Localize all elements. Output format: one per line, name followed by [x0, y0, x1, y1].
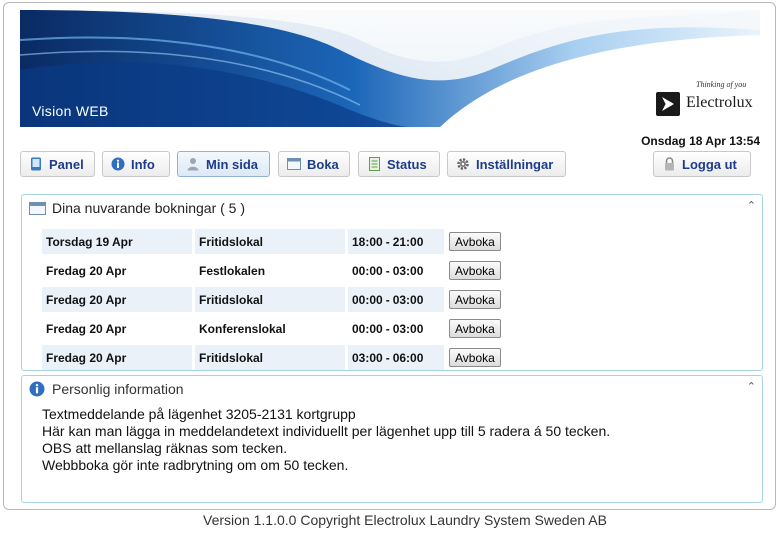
cancel-booking-button[interactable]: Avboka — [449, 261, 501, 280]
booking-action: Avboka — [447, 287, 527, 312]
calendar-icon — [28, 201, 46, 215]
info-line: Webbboka gör inte radbrytning om om 50 t… — [42, 457, 349, 473]
logout-label: Logga ut — [682, 156, 737, 172]
booking-start: 00:00 — [352, 321, 383, 336]
booking-row: Fredag 20 Apr Festlokalen 00:00-03:00 Avbok… — [42, 258, 530, 283]
booking-row: Fredag 20 Apr Fritidslokal 03:00-06:00 Avbo… — [42, 345, 530, 370]
booking-room: Festlokalen — [199, 263, 266, 278]
brand-name: Electrolux — [686, 94, 753, 111]
booking-end: 03:00 — [392, 263, 424, 278]
time-separator: - — [385, 234, 390, 249]
booking-action: Avboka — [447, 345, 527, 370]
current-datetime: Onsdag 18 Apr 13:54 — [641, 134, 760, 148]
time-separator: - — [385, 263, 390, 278]
nav-status-label: Status — [387, 156, 427, 172]
booking-row: Fredag 20 Apr Konferenslokal 00:00-03:00 Av… — [42, 316, 530, 341]
personal-info-title: Personlig information — [52, 381, 184, 397]
booking-start: 00:00 — [352, 263, 383, 278]
booking-time: 18:00-21:00 — [348, 229, 444, 254]
bookings-title: Dina nuvarande bokningar ( 5 ) — [52, 200, 246, 216]
cancel-booking-button[interactable]: Avboka — [449, 348, 501, 367]
nav-status-button[interactable]: Status — [358, 151, 440, 177]
electrolux-logo: Thinking of you Electrolux — [656, 80, 756, 120]
lock-icon — [662, 157, 676, 171]
logout-button[interactable]: Logga ut — [653, 151, 751, 177]
nav-info-label: Info — [131, 156, 155, 172]
info-line: Här kan man lägga in meddelandetext indi… — [42, 423, 611, 439]
booking-room: Fritidslokal — [195, 345, 345, 370]
time-separator: - — [385, 350, 390, 365]
info-icon — [111, 157, 125, 171]
nav-boka-button[interactable]: Boka — [278, 151, 350, 177]
booking-date: Fredag 20 Apr — [46, 321, 127, 336]
app-title: Vision WEB — [32, 103, 109, 119]
booking-date: Fredag 20 Apr — [46, 263, 127, 278]
collapse-chevron-icon[interactable]: ⌃ — [747, 199, 756, 212]
booking-end: 03:00 — [392, 321, 424, 336]
status-document-icon — [367, 157, 381, 171]
header-banner: Vision WEB Thinking of you Electrolux — [20, 10, 760, 127]
collapse-chevron-icon[interactable]: ⌃ — [747, 380, 756, 393]
nav-installningar-label: Inställningar — [476, 156, 554, 172]
booking-room: Konferenslokal — [199, 321, 286, 336]
booking-start: 00:00 — [352, 292, 383, 307]
booking-start: 03:00 — [352, 350, 383, 365]
booking-row: Torsdag 19 Apr Fritidslokal 18:00-21:00 Avb… — [42, 229, 530, 254]
nav-info-button[interactable]: Info — [102, 151, 170, 177]
cancel-booking-button[interactable]: Avboka — [449, 319, 501, 338]
booking-room: Fritidslokal — [195, 229, 345, 254]
booking-end: 06:00 — [392, 350, 424, 365]
booking-action: Avboka — [447, 258, 527, 283]
booking-action: Avboka — [447, 316, 527, 341]
booking-time: 00:00-03:00 — [348, 316, 444, 341]
booking-row: Fredag 20 Apr Fritidslokal 00:00-03:00 Avbo… — [42, 287, 530, 312]
booking-room: Fritidslokal — [195, 287, 345, 312]
banner-wave-graphic — [20, 10, 760, 127]
info-line: OBS att mellanslag räknas som tecken. — [42, 440, 288, 456]
booking-date: Fredag 20 Apr — [42, 287, 192, 312]
cancel-booking-button[interactable]: Avboka — [449, 290, 501, 309]
footer-copyright: Version 1.1.0.0 Copyright Electrolux Lau… — [203, 512, 607, 528]
booking-time: 03:00-06:00 — [348, 345, 444, 370]
nav-min-sida-label: Min sida — [206, 156, 259, 172]
nav-panel-button[interactable]: Panel — [20, 151, 95, 177]
nav-installningar-button[interactable]: Inställningar — [447, 151, 566, 177]
calendar-icon — [287, 157, 301, 171]
booking-end: 03:00 — [392, 292, 424, 307]
booking-action: Avboka — [447, 229, 527, 254]
gear-icon — [456, 157, 470, 171]
time-separator: - — [385, 321, 390, 336]
info-line: Textmeddelande på lägenhet 3205-2131 kor… — [42, 406, 356, 422]
user-icon — [186, 157, 200, 171]
booking-start: 18:00 — [352, 234, 383, 249]
brand-slogan: Thinking of you — [696, 80, 747, 89]
info-icon — [28, 381, 46, 397]
booking-end: 21:00 — [392, 234, 424, 249]
cancel-booking-button[interactable]: Avboka — [449, 232, 501, 251]
time-separator: - — [385, 292, 390, 307]
personal-info-text: Textmeddelande på lägenhet 3205-2131 kor… — [42, 406, 610, 474]
booking-time: 00:00-03:00 — [348, 287, 444, 312]
electrolux-logo-icon — [656, 92, 680, 116]
booking-date: Torsdag 19 Apr — [42, 229, 192, 254]
booking-time: 00:00-03:00 — [348, 258, 444, 283]
personal-info-panel: Personlig information ⌃ Textmeddelande p… — [21, 375, 763, 503]
bookings-panel-header: Dina nuvarande bokningar ( 5 ) — [28, 200, 245, 216]
personal-info-header: Personlig information — [28, 381, 184, 397]
nav-min-sida-button[interactable]: Min sida — [177, 151, 270, 177]
booking-date: Fredag 20 Apr — [42, 345, 192, 370]
phone-icon — [29, 157, 43, 171]
nav-panel-label: Panel — [49, 156, 84, 172]
nav-boka-label: Boka — [307, 156, 339, 172]
